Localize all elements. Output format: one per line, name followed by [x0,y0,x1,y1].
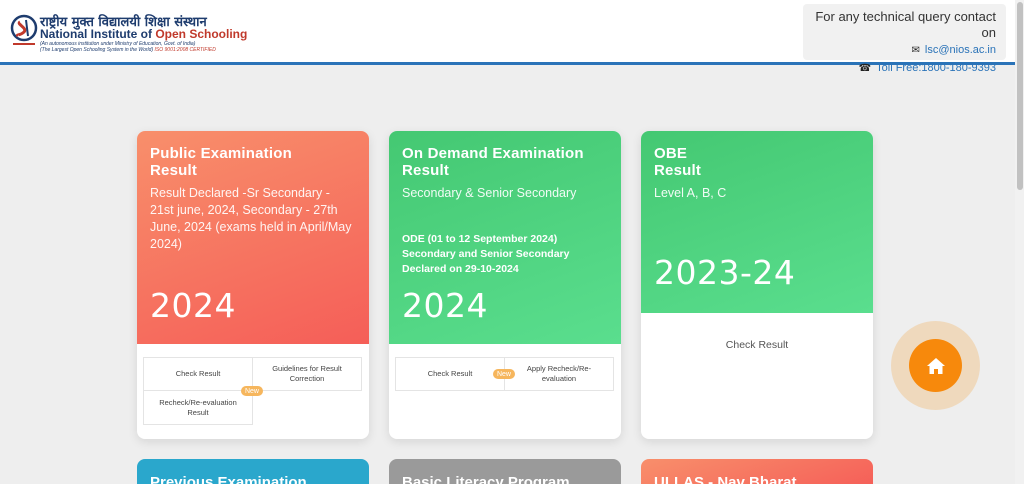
card-year: 2024 [402,286,488,325]
card-on-demand-exam-result: On Demand Examination Result Secondary &… [389,131,621,439]
card-year: 2023-24 [654,253,796,292]
nios-logo[interactable]: राष्ट्रीय मुक्त विद्यालयी शिक्षा संस्थान… [10,10,247,56]
card-year: 2024 [150,286,236,325]
card-links: Check Result Apply Recheck/Re-evaluation… [395,357,615,393]
home-icon [926,357,945,374]
contact-email[interactable]: lsc@nios.ac.in [925,44,996,56]
card-title: On Demand Examination Result [402,145,608,179]
card-previous-examination[interactable]: Previous Examination [137,459,369,484]
new-badge: New [493,369,515,379]
new-badge: New [241,386,263,396]
logo-english-text: National Institute of Open Schooling [40,27,247,41]
card-subtitle: Secondary & Senior Secondary [402,186,577,200]
card-title: ULLAS - Nav Bharat [654,474,797,484]
card-subtitle: Result Declared -Sr Secondary - 21st jun… [150,186,352,251]
card-title-line1: Public Examination [150,145,292,162]
card-title: OBE Result [654,145,860,179]
guidelines-result-correction-button[interactable]: Guidelines for Result Correction [252,357,362,391]
nios-emblem-icon [10,14,38,45]
check-result-button[interactable]: Check Result [395,357,505,391]
contact-title: For any technical query contact on [815,9,996,40]
card-links: Check Result Guidelines for Result Corre… [143,357,363,427]
card-title: Public Examination Result [150,145,356,179]
apply-recheck-reevaluation-button[interactable]: Apply Recheck/Re-evaluation [504,357,614,391]
site-header: राष्ट्रीय मुक्त विद्यालयी शिक्षा संस्थान… [0,0,1024,74]
logo-iso-text: ISO 9001:2008 CERTIFIED [154,47,216,53]
card-ullas-nav-bharat[interactable]: ULLAS - Nav Bharat [641,459,873,484]
contact-box: For any technical query contact on ✉ lsc@… [803,4,1006,74]
home-button[interactable] [909,339,962,392]
recheck-reevaluation-result-button[interactable]: Recheck/Re-evaluation Result [143,390,253,425]
card-title: Basic Literacy Program [402,474,570,484]
card-subtitle: Level A, B, C [654,186,727,200]
card-title-line2: Result [402,162,450,179]
card-title-line1: On Demand Examination [402,145,584,162]
card-basic-literacy-program[interactable]: Basic Literacy Program [389,459,621,484]
contact-email-row[interactable]: ✉ lsc@nios.ac.in [803,42,996,59]
envelope-icon: ✉ [911,45,920,56]
card-title-line2: Result [654,162,702,179]
check-result-button[interactable]: Check Result [143,357,253,391]
logo-english-part2: Open Schooling [155,27,248,41]
card-obe-result: OBE Result Level A, B, C 2023-24 Check R… [641,131,873,439]
contact-phone-row[interactable]: ☎ Toll Free:1800-180-9393 [803,60,996,77]
contact-phone[interactable]: Toll Free:1800-180-9393 [876,62,996,74]
card-public-exam-result: Public Examination Result Result Declare… [137,131,369,439]
logo-english-part1: National Institute of [40,27,152,41]
phone-icon: ☎ [858,63,872,74]
card-title-line2: Result [150,162,198,179]
card-title: Previous Examination [150,474,307,484]
page-scrollbar-thumb[interactable] [1017,2,1023,190]
logo-subtitle-2-text: (The Largest Open Schooling System in th… [40,47,154,53]
logo-subtitle-2: (The Largest Open Schooling System in th… [40,47,216,53]
check-result-button[interactable]: Check Result [641,339,873,351]
card-note: ODE (01 to 12 September 2024) Secondary … [402,233,570,275]
card-title-line1: OBE [654,145,688,162]
